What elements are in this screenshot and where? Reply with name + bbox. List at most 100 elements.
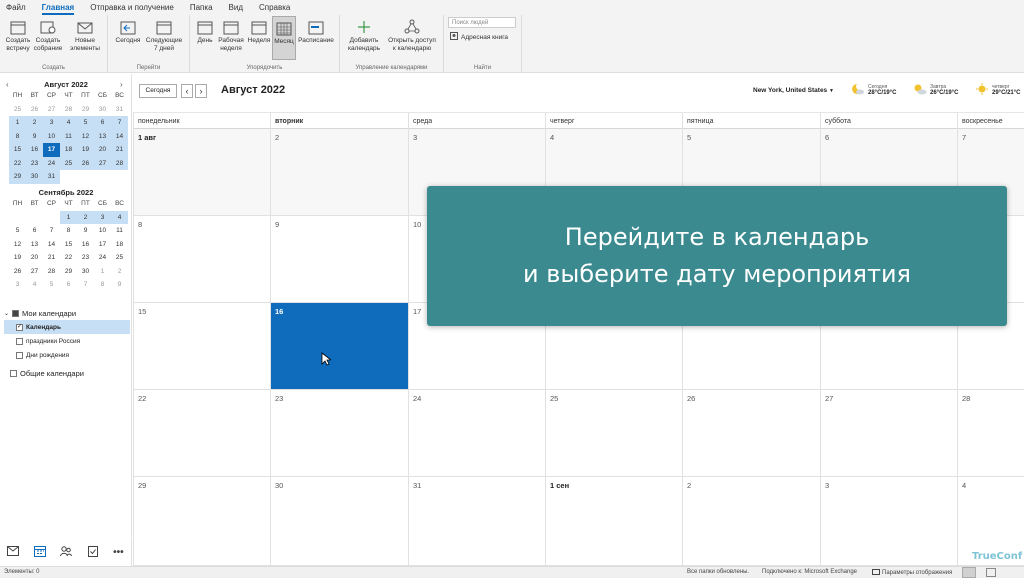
mini-day[interactable]: 25 <box>111 251 128 265</box>
mini-day[interactable]: 4 <box>26 278 43 292</box>
prev-month-button[interactable]: ‹ <box>181 84 193 98</box>
mini-day[interactable]: 28 <box>43 265 60 279</box>
mini-day[interactable]: 5 <box>9 224 26 238</box>
day-cell[interactable]: 23 <box>270 390 408 477</box>
mini-day[interactable]: 9 <box>26 129 43 143</box>
mini-day[interactable]: 3 <box>9 278 26 292</box>
mini-day[interactable]: 21 <box>111 143 128 157</box>
mini-day[interactable]: 29 <box>77 103 94 117</box>
people-nav-icon[interactable] <box>60 545 73 559</box>
calendar-nav-icon[interactable] <box>33 545 46 559</box>
day-cell[interactable]: 16 <box>270 303 408 390</box>
mini-day[interactable]: 8 <box>60 224 77 238</box>
day-cell[interactable]: 15 <box>133 303 270 390</box>
mini-day[interactable]: 27 <box>94 156 111 170</box>
new-items-button[interactable]: Новые элементы <box>66 19 104 53</box>
mini-day[interactable]: 15 <box>9 143 26 157</box>
mini-day[interactable]: 1 <box>94 265 111 279</box>
day-cell[interactable]: 1 сен <box>545 477 682 566</box>
mini-day[interactable]: 2 <box>111 265 128 279</box>
mini-day[interactable]: 6 <box>94 116 111 130</box>
mini-day[interactable]: 31 <box>111 103 128 117</box>
normal-view-icon[interactable] <box>962 567 976 578</box>
more-icon[interactable]: ••• <box>113 547 124 558</box>
mini-day[interactable]: 30 <box>26 170 43 184</box>
month-view-button[interactable]: Месяц <box>272 16 296 60</box>
day-cell[interactable]: 9 <box>270 216 408 303</box>
mini-day[interactable]: 10 <box>94 224 111 238</box>
shared-calendars-group[interactable]: Общие календари <box>4 366 130 380</box>
mini-day[interactable]: 28 <box>60 103 77 117</box>
birthdays-checkbox[interactable] <box>16 351 23 359</box>
mini-day[interactable]: 11 <box>111 224 128 238</box>
mini-day[interactable]: 14 <box>43 238 60 252</box>
mini-day[interactable]: 3 <box>94 210 111 224</box>
mini-day[interactable]: 9 <box>77 224 94 238</box>
mini-day[interactable]: 27 <box>26 265 43 279</box>
mini-day[interactable]: 4 <box>60 116 77 130</box>
goto-today-button[interactable]: Сегодня <box>114 19 142 45</box>
mini-day[interactable]: 10 <box>43 129 60 143</box>
mini-day[interactable]: 13 <box>94 129 111 143</box>
mini-day[interactable]: 23 <box>26 156 43 170</box>
menu-send-receive[interactable]: Отправка и получение <box>90 0 174 15</box>
day-cell[interactable]: 22 <box>133 390 270 477</box>
mini-day[interactable]: 5 <box>43 278 60 292</box>
holidays-checkbox[interactable] <box>16 337 23 345</box>
mini-day[interactable]: 21 <box>43 251 60 265</box>
next-month-icon[interactable]: › <box>120 80 123 89</box>
mini-day[interactable]: 20 <box>26 251 43 265</box>
mini-day[interactable]: 20 <box>94 143 111 157</box>
workweek-view-button[interactable]: Рабочая неделя <box>216 19 246 53</box>
mini-day[interactable]: 23 <box>77 251 94 265</box>
day-cell[interactable]: 2 <box>270 129 408 216</box>
calendar-checkbox[interactable]: ✓ <box>16 323 23 331</box>
mini-day[interactable]: 18 <box>111 238 128 252</box>
add-calendar-button[interactable]: Добавить календарь <box>346 19 382 53</box>
chevron-down-icon[interactable]: ⌄ <box>4 310 9 317</box>
mini-day[interactable]: 25 <box>9 103 26 117</box>
mini-day[interactable]: 17 <box>43 143 60 157</box>
mini-day[interactable]: 26 <box>9 265 26 279</box>
mini-day[interactable]: 24 <box>94 251 111 265</box>
mini-day[interactable]: 8 <box>94 278 111 292</box>
mini-day[interactable]: 27 <box>43 103 60 117</box>
menu-file[interactable]: Файл <box>6 0 26 15</box>
mini-day[interactable]: 6 <box>60 278 77 292</box>
mini-day[interactable]: 30 <box>94 103 111 117</box>
mail-nav-icon[interactable] <box>7 546 20 558</box>
calendar-item-birthdays[interactable]: Дни рождения <box>4 348 130 362</box>
new-meeting-button[interactable]: Создать встречу <box>3 19 33 53</box>
next-7-days-button[interactable]: Следующие 7 дней <box>144 19 184 53</box>
today-button[interactable]: Сегодня <box>139 84 177 98</box>
calendar-item-main[interactable]: ✓ Календарь <box>4 320 130 334</box>
mini-day[interactable]: 6 <box>26 224 43 238</box>
mini-day[interactable]: 15 <box>60 238 77 252</box>
mini-day[interactable]: 22 <box>60 251 77 265</box>
group-checkbox[interactable] <box>12 309 20 317</box>
menu-view[interactable]: Вид <box>229 0 243 15</box>
next-month-button[interactable]: › <box>195 84 207 98</box>
mini-day[interactable]: 14 <box>111 129 128 143</box>
tasks-nav-icon[interactable] <box>87 545 99 559</box>
day-cell[interactable]: 27 <box>820 390 957 477</box>
day-cell[interactable]: 30 <box>270 477 408 566</box>
share-calendar-button[interactable]: Открыть доступ к календарю <box>386 19 438 53</box>
day-cell[interactable]: 26 <box>682 390 820 477</box>
mini-day[interactable]: 18 <box>60 143 77 157</box>
prev-month-icon[interactable]: ‹ <box>6 80 9 89</box>
menu-folder[interactable]: Папка <box>190 0 213 15</box>
mini-day[interactable]: 25 <box>60 156 77 170</box>
address-book-button[interactable]: Адресная книга <box>450 32 508 42</box>
day-cell[interactable]: 25 <box>545 390 682 477</box>
mini-day[interactable]: 1 <box>9 116 26 130</box>
mini-day[interactable]: 13 <box>26 238 43 252</box>
mini-day[interactable]: 2 <box>77 210 94 224</box>
display-settings-button[interactable]: Параметры отображения <box>872 568 952 578</box>
reading-view-icon[interactable] <box>986 568 996 577</box>
mini-day[interactable]: 24 <box>43 156 60 170</box>
mini-day[interactable]: 16 <box>77 238 94 252</box>
mini-day[interactable]: 12 <box>9 238 26 252</box>
mini-day[interactable]: 16 <box>26 143 43 157</box>
mini-day[interactable]: 11 <box>60 129 77 143</box>
